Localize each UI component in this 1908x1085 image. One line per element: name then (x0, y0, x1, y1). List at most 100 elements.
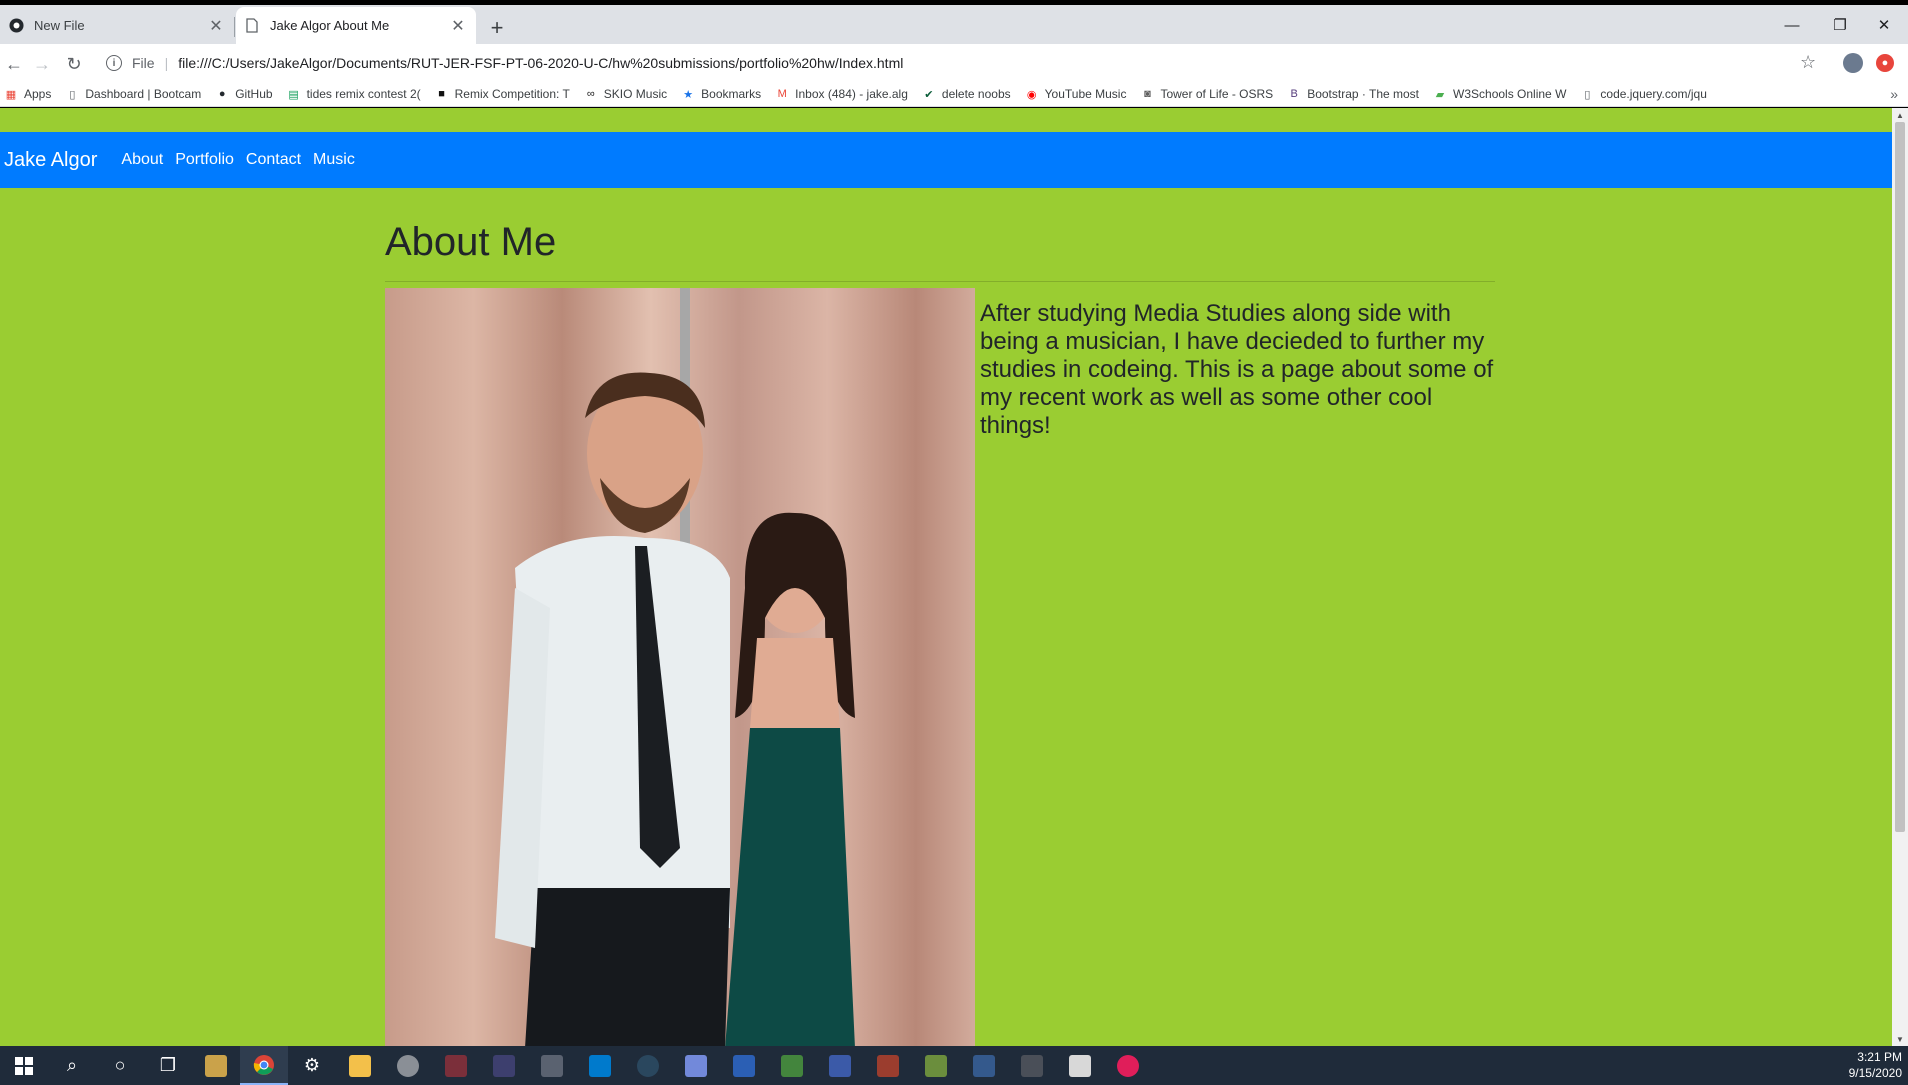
tab-about-me[interactable]: Jake Algor About Me ✕ (236, 7, 476, 44)
scroll-thumb[interactable] (1895, 122, 1905, 832)
divider (385, 281, 1495, 282)
bookmark-label: GitHub (235, 87, 273, 101)
info-icon[interactable]: i (106, 55, 122, 71)
bookmark-item[interactable]: ▯ Dashboard | Bootcam (65, 87, 201, 101)
close-icon[interactable]: ✕ (206, 16, 226, 36)
bookmark-item[interactable]: ▰ W3Schools Online W (1433, 87, 1567, 101)
restore-button[interactable]: ❐ (1816, 10, 1864, 40)
bookmark-item[interactable]: M Inbox (484) - jake.alg (775, 87, 908, 101)
bookmark-star-icon[interactable]: ☆ (1800, 52, 1816, 73)
gmail-icon: M (777, 88, 787, 100)
profile-avatar[interactable] (1843, 53, 1863, 73)
pubg-icon[interactable] (192, 1046, 240, 1085)
new-tab-button[interactable]: + (484, 15, 510, 41)
reload-button[interactable]: ↻ (60, 50, 88, 78)
nav-link-about[interactable]: About (121, 151, 163, 169)
chevron-right-icon[interactable]: » (1890, 86, 1898, 102)
bookmark-item[interactable]: ✔ delete noobs (922, 87, 1011, 101)
search-icon[interactable]: ⌕ (48, 1046, 96, 1085)
extension-icon[interactable]: ● (1876, 54, 1894, 72)
app-icon[interactable] (1008, 1046, 1056, 1085)
close-window-button[interactable]: ✕ (1860, 10, 1908, 40)
bookmark-item[interactable]: ▯ code.jquery.com/jqu (1580, 87, 1707, 101)
check-icon: ✔ (924, 88, 934, 101)
nav-link-music[interactable]: Music (313, 151, 355, 169)
bookmark-label: Remix Competition: T (454, 87, 570, 101)
task-view-icon[interactable]: ❐ (144, 1046, 192, 1085)
bookmark-item[interactable]: ★ Bookmarks (681, 87, 761, 101)
forward-button[interactable]: → (28, 50, 56, 78)
address-bar[interactable]: i File | file:///C:/Users/JakeAlgor/Docu… (96, 48, 1776, 78)
page-scrollbar[interactable]: ▲ ▼ (1892, 108, 1908, 1046)
tab-new-file[interactable]: New File ✕ (0, 7, 234, 44)
app-icon[interactable] (960, 1046, 1008, 1085)
remix-icon: ■ (438, 88, 445, 100)
navbar-brand[interactable]: Jake Algor (4, 149, 97, 172)
chrome-icon[interactable] (240, 1046, 288, 1085)
tab-title: Jake Algor About Me (270, 18, 390, 33)
nodejs-icon[interactable] (768, 1046, 816, 1085)
scroll-down-icon[interactable]: ▼ (1892, 1032, 1908, 1046)
bookmark-label: delete noobs (941, 87, 1011, 101)
bookmark-label: SKIO Music (603, 87, 668, 101)
app-icon[interactable] (864, 1046, 912, 1085)
star-icon: ★ (683, 88, 694, 101)
app-icon[interactable] (912, 1046, 960, 1085)
bookmark-label: Bootstrap · The most (1307, 87, 1420, 101)
page-icon (244, 18, 260, 34)
app-icon[interactable] (720, 1046, 768, 1085)
scroll-up-icon[interactable]: ▲ (1892, 108, 1908, 122)
browser-toolbar: ← → ↻ i File | file:///C:/Users/JakeAlgo… (0, 44, 1908, 82)
steam-icon[interactable] (624, 1046, 672, 1085)
screen: New File ✕ Jake Algor About Me ✕ + — ❐ ✕… (0, 0, 1908, 1085)
page-title: About Me (385, 220, 557, 264)
back-button[interactable]: ← (0, 50, 28, 78)
bookmark-item[interactable]: ▦ Apps (4, 87, 52, 101)
apps-grid-icon: ▦ (5, 88, 17, 101)
slack-icon[interactable] (1104, 1046, 1152, 1085)
url-text[interactable]: file:///C:/Users/JakeAlgor/Documents/RUT… (178, 55, 903, 71)
app-icon[interactable] (1056, 1046, 1104, 1085)
tab-strip: New File ✕ Jake Algor About Me ✕ + — ❐ ✕ (0, 5, 1908, 44)
profile-photo (385, 288, 975, 1046)
bookmark-item[interactable]: ◉ YouTube Music (1025, 87, 1127, 101)
app-icon[interactable] (816, 1046, 864, 1085)
discord-icon[interactable] (672, 1046, 720, 1085)
github-icon (8, 18, 24, 34)
bookmark-label: W3Schools Online W (1453, 87, 1567, 101)
nav-link-portfolio[interactable]: Portfolio (175, 151, 234, 169)
bookmark-item[interactable]: B Bootstrap · The most (1287, 87, 1420, 101)
bookmark-item[interactable]: ∞ SKIO Music (584, 87, 667, 101)
bookmark-item[interactable]: ▤ tides remix contest 2( (287, 87, 420, 101)
osrs-icon: ◙ (1144, 88, 1151, 100)
bookmarks-bar: ▦ Apps ▯ Dashboard | Bootcam ● GitHub ▤ tides r… (0, 82, 1908, 107)
clock-date: 9/15/2020 (1848, 1066, 1902, 1080)
app-icon[interactable] (384, 1046, 432, 1085)
bookmark-item[interactable]: ■ Remix Competition: T (435, 87, 570, 101)
file-explorer-icon[interactable] (336, 1046, 384, 1085)
bio-paragraph: After studying Media Studies along side … (980, 300, 1494, 439)
minimize-button[interactable]: — (1768, 10, 1816, 40)
close-icon[interactable]: ✕ (448, 16, 468, 36)
bookmark-item[interactable]: ◙ Tower of Life - OSRS (1140, 87, 1273, 101)
nav-link-contact[interactable]: Contact (246, 151, 301, 169)
system-clock[interactable]: 3:21 PM 9/15/2020 (1849, 1049, 1902, 1081)
page-icon: ▯ (1584, 88, 1591, 101)
divider: | (164, 55, 169, 71)
tab-title: New File (34, 18, 85, 33)
content-container: About Me After studying Media Studies al… (385, 188, 1495, 1046)
app-icon[interactable] (528, 1046, 576, 1085)
scheme-label: File (132, 55, 155, 71)
w3schools-icon: ▰ (1435, 88, 1445, 101)
windows-start-icon[interactable] (0, 1046, 48, 1085)
bookmark-label: Apps (24, 87, 52, 101)
bookmark-list: ▦ Apps ▯ Dashboard | Bootcam ● GitHub ▤ tides r… (0, 87, 1721, 101)
app-icon[interactable] (480, 1046, 528, 1085)
bookmark-label: Tower of Life - OSRS (1160, 87, 1274, 101)
steelseries-icon[interactable]: ⚙ (288, 1046, 336, 1085)
bootstrap-icon: B (1290, 88, 1298, 100)
vscode-icon[interactable] (576, 1046, 624, 1085)
app-icon[interactable] (432, 1046, 480, 1085)
bookmark-item[interactable]: ● GitHub (215, 87, 273, 101)
cortana-icon[interactable]: ○ (96, 1046, 144, 1085)
